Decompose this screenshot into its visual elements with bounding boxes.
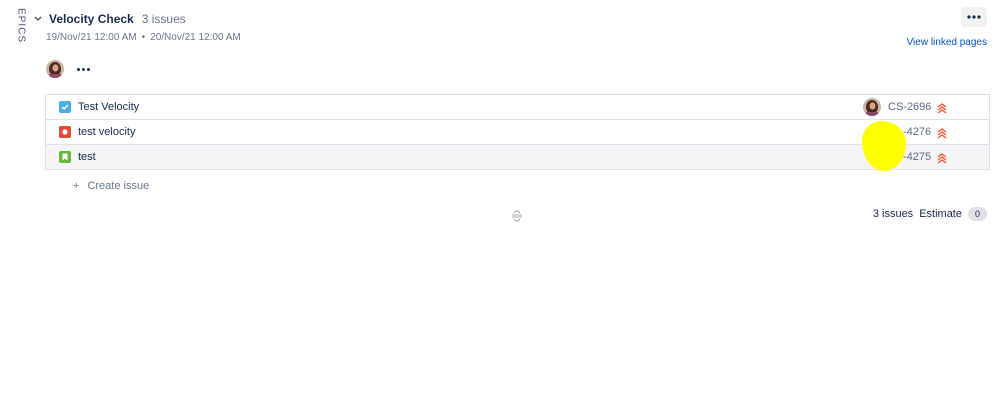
estimate-badge: 0 — [967, 207, 987, 221]
footer-issue-count: 3 issues — [872, 208, 914, 220]
sprint-end-date: 20/Nov/21 12:00 AM — [150, 32, 241, 43]
issue-summary: test — [78, 151, 96, 163]
issue-key[interactable]: -4275 — [903, 151, 931, 163]
date-separator: • — [141, 32, 146, 43]
view-linked-pages-link[interactable]: View linked pages — [907, 37, 987, 48]
sprint-dates: 19/Nov/21 12:00 AM • 20/Nov/21 12:00 AM — [46, 32, 241, 43]
sprint-more-button[interactable] — [961, 7, 987, 27]
issue-summary: Test Velocity — [78, 101, 140, 113]
more-assignees-icon[interactable] — [77, 67, 90, 71]
sprint-footer: 3 issues Estimate 0 — [873, 207, 987, 221]
epics-panel-toggle[interactable]: EPICS — [10, 8, 32, 48]
more-icon — [967, 15, 981, 19]
sprint-name: Velocity Check — [49, 12, 134, 26]
priority-highest-icon — [937, 151, 947, 164]
estimate-label: Estimate — [919, 208, 962, 220]
avatar[interactable] — [46, 60, 64, 78]
issue-key[interactable]: -4276 — [903, 126, 931, 138]
task-icon — [59, 101, 71, 113]
priority-highest-icon — [937, 126, 947, 139]
issue-summary: test velocity — [78, 126, 136, 138]
issue-row[interactable]: test -4275 — [46, 145, 989, 169]
avatar[interactable] — [863, 98, 881, 116]
resize-handle-icon[interactable] — [511, 209, 523, 223]
sprint-issue-count: 3 issues — [141, 12, 186, 26]
create-issue-label: Create issue — [87, 180, 150, 192]
priority-highest-icon — [937, 101, 947, 114]
story-icon — [59, 151, 71, 163]
issue-row[interactable]: Test Velocity CS-2696 — [46, 95, 989, 120]
issue-key[interactable]: CS-2696 — [888, 101, 931, 113]
issue-list: Test Velocity CS-2696 test velocity -427… — [45, 94, 990, 170]
epics-label: EPICS — [15, 8, 27, 44]
bug-icon — [59, 126, 71, 138]
sprint-header: Velocity Check 3 issues — [33, 11, 186, 27]
chevron-down-icon[interactable] — [33, 14, 43, 24]
issue-row[interactable]: test velocity -4276 — [46, 120, 989, 145]
plus-icon: + — [73, 180, 80, 192]
create-issue-button[interactable]: + Create issue — [73, 180, 149, 192]
assignee-filter — [46, 60, 90, 78]
sprint-start-date: 19/Nov/21 12:00 AM — [46, 32, 137, 43]
